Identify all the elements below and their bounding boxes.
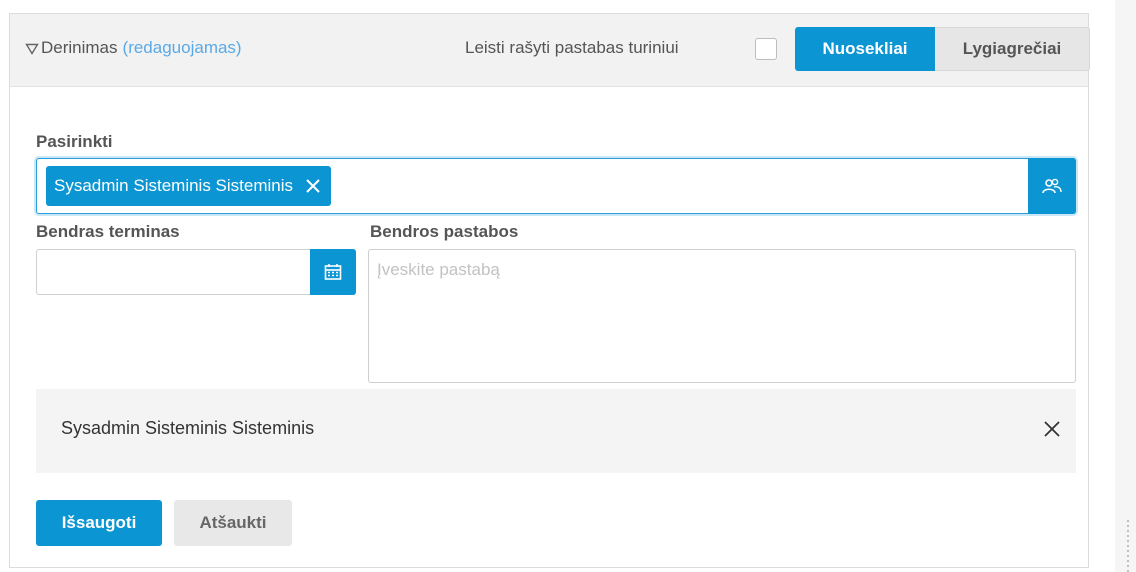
edit-status-link[interactable]: (redaguojamas) (123, 38, 242, 58)
allow-notes-label: Leisti rašyti pastabas turiniui (465, 38, 679, 57)
close-icon[interactable] (303, 176, 323, 196)
section-title[interactable]: Derinimas (redaguojamas) (25, 38, 242, 58)
close-icon[interactable] (1042, 419, 1062, 439)
scrollbar-grip[interactable] (1127, 520, 1129, 572)
approver-select[interactable]: Sysadmin Sisteminis Sisteminis (36, 158, 1076, 214)
mode-sequential-button[interactable]: Nuosekliai (795, 27, 935, 71)
cancel-button[interactable]: Atšaukti (174, 500, 292, 546)
mode-parallel-button[interactable]: Lygiagrečiai (935, 27, 1090, 71)
deadline-label: Bendras terminas (36, 222, 180, 241)
notes-placeholder: Įveskite pastabą (377, 260, 500, 279)
approval-panel: Derinimas (redaguojamas) Leisti rašyti p… (9, 13, 1090, 568)
section-title-text: Derinimas (41, 38, 118, 57)
save-button[interactable]: Išsaugoti (36, 500, 162, 546)
allow-notes-checkbox[interactable] (755, 38, 777, 60)
calendar-button[interactable] (310, 249, 356, 295)
selected-chip: Sysadmin Sisteminis Sisteminis (46, 166, 332, 206)
select-label: Pasirinkti (36, 132, 113, 151)
calendar-icon (324, 264, 342, 280)
notes-label: Bendros pastabos (370, 222, 519, 241)
triangle-down-icon[interactable] (25, 43, 39, 55)
panel-header: Derinimas (redaguojamas) Leisti rašyti p… (10, 14, 1090, 87)
list-item: Sysadmin Sisteminis Sisteminis (36, 389, 1076, 473)
selected-chip-text: Sysadmin Sisteminis Sisteminis (54, 176, 294, 195)
scrollbar[interactable] (1115, 0, 1136, 572)
user-picker-button[interactable] (1028, 158, 1076, 214)
deadline-input[interactable] (36, 249, 356, 295)
users-icon (1042, 178, 1062, 194)
list-item-name: Sysadmin Sisteminis Sisteminis (61, 418, 315, 438)
notes-textarea[interactable]: Įveskite pastabą (368, 249, 1076, 383)
